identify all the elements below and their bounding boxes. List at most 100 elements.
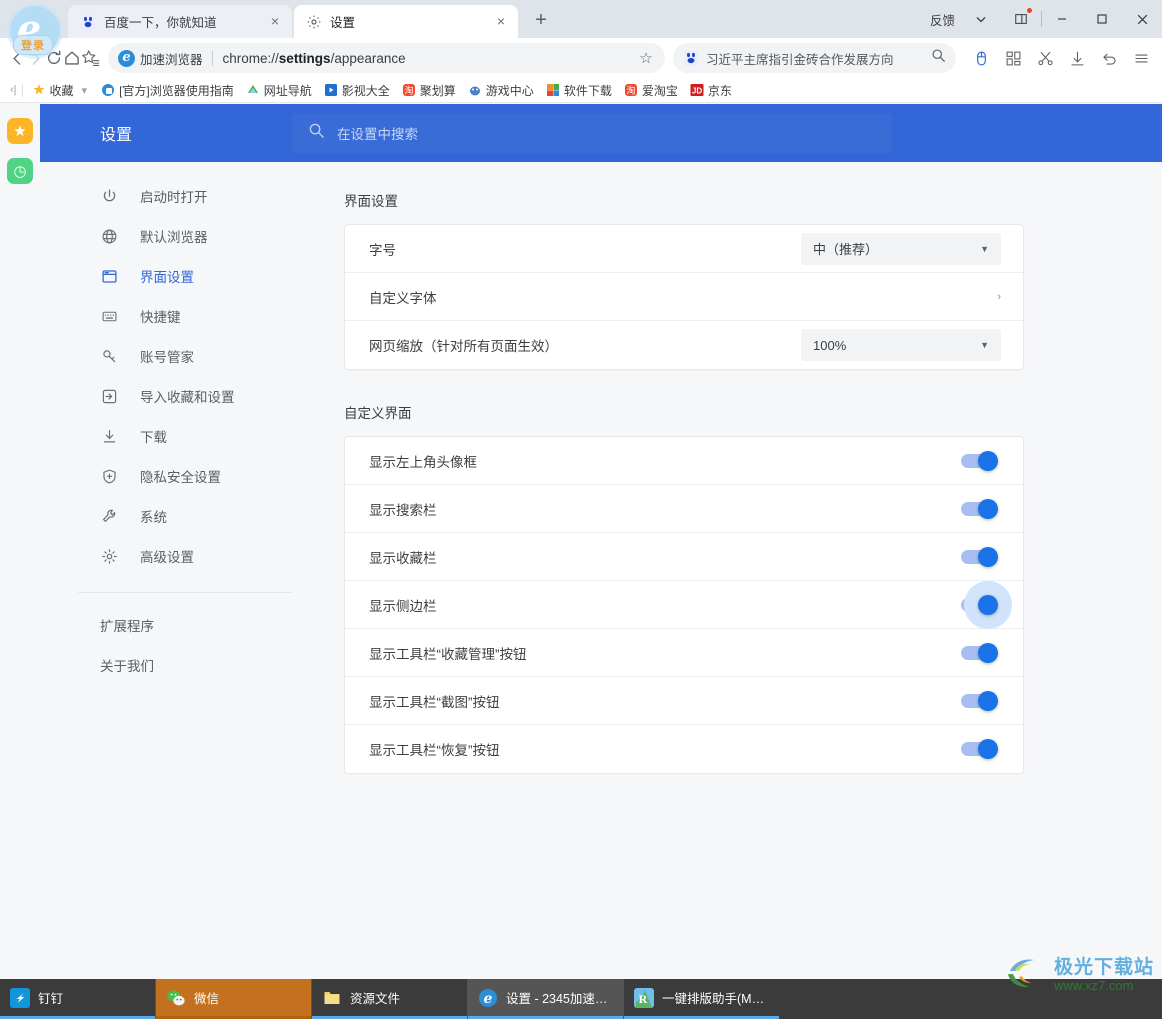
search-input[interactable]: 习近平主席指引金砖合作发展方向 bbox=[706, 49, 928, 68]
screenshot-scissors-icon[interactable] bbox=[1032, 45, 1058, 71]
bookmark-item-software[interactable]: 软件下载 bbox=[540, 82, 618, 99]
search-icon[interactable] bbox=[928, 48, 948, 68]
sidebar-item-startup[interactable]: 启动时打开 bbox=[40, 176, 292, 216]
sidebar-item-privacy[interactable]: 隐私安全设置 bbox=[40, 456, 292, 496]
setting-row-custom-font[interactable]: 自定义字体 › bbox=[345, 273, 1023, 321]
mouse-gesture-icon[interactable] bbox=[968, 45, 994, 71]
sidebar-history-icon[interactable]: ◷ bbox=[7, 158, 33, 184]
sidebar-item-system[interactable]: 系统 bbox=[40, 496, 292, 536]
chevron-down-icon[interactable]: ▾ bbox=[78, 84, 90, 97]
sidebar-item-downloads[interactable]: 下载 bbox=[40, 416, 292, 456]
sidebar-favorites-icon[interactable]: ★ bbox=[7, 118, 33, 144]
panel-restore-icon[interactable] bbox=[1001, 0, 1041, 38]
setting-row-show-avatar[interactable]: 显示左上角头像框 bbox=[345, 437, 1023, 485]
sidebar-item-default-browser[interactable]: 默认浏览器 bbox=[40, 216, 292, 256]
setting-row-page-zoom[interactable]: 网页缩放（针对所有页面生效） 100% ▼ bbox=[345, 321, 1023, 369]
setting-row-show-screenshot-button[interactable]: 显示工具栏“截图”按钮 bbox=[345, 677, 1023, 725]
setting-row-font-size[interactable]: 字号 中（推荐） ▼ bbox=[345, 225, 1023, 273]
watermark-logo-icon bbox=[1006, 955, 1048, 995]
page-zoom-select[interactable]: 100% ▼ bbox=[801, 329, 1001, 361]
toggle-wrap[interactable] bbox=[961, 498, 1001, 519]
toggle-show-bookmark-manager-button[interactable] bbox=[961, 642, 998, 663]
select-value: 100% bbox=[813, 337, 847, 353]
setting-row-show-searchbar[interactable]: 显示搜索栏 bbox=[345, 485, 1023, 533]
browser-tab-baidu[interactable]: 百度一下，你就知道 × bbox=[68, 5, 292, 38]
bookmark-item-video[interactable]: 影视大全 bbox=[318, 82, 396, 99]
bookmark-star-icon[interactable]: ☆ bbox=[633, 49, 659, 67]
toggle-wrap[interactable] bbox=[961, 739, 1001, 759]
maximize-button[interactable] bbox=[1082, 0, 1122, 38]
tab-close-icon[interactable]: × bbox=[266, 13, 284, 31]
bookmark-label: 京东 bbox=[707, 83, 732, 98]
bookmark-item-guide[interactable]: [官方]浏览器使用指南 bbox=[95, 82, 240, 99]
restore-undo-icon[interactable] bbox=[1096, 45, 1122, 71]
apps-grid-icon[interactable] bbox=[1000, 45, 1026, 71]
toggle-wrap[interactable] bbox=[961, 450, 1001, 471]
minimize-button[interactable] bbox=[1042, 0, 1082, 38]
toggle-wrap[interactable] bbox=[961, 546, 1001, 567]
address-bar[interactable]: e 加速浏览器 chrome://settings/appearance ☆ bbox=[108, 43, 665, 73]
download-icon[interactable] bbox=[1064, 45, 1090, 71]
taskbar-item-browser[interactable]: e 设置 - 2345加速浏... bbox=[468, 979, 623, 1019]
bookmark-item-nav[interactable]: 网址导航 bbox=[240, 82, 318, 99]
setting-row-show-bookmarkbar[interactable]: 显示收藏栏 bbox=[345, 533, 1023, 581]
toggle-show-restore-button[interactable] bbox=[961, 739, 998, 759]
sidebar-item-appearance[interactable]: 界面设置 bbox=[40, 256, 292, 296]
sidebar-item-label: 高级设置 bbox=[140, 550, 194, 565]
windows-taskbar: 钉钉 微信 资源文件 e 设置 - 2345加速浏... R 一键排版助手(My… bbox=[0, 979, 1162, 1019]
omnibox-brand-label: 加速浏览器 bbox=[140, 52, 203, 67]
bookmarks-overflow-left-icon[interactable]: ‹| bbox=[6, 84, 19, 96]
feedback-button[interactable]: 反馈 bbox=[924, 10, 961, 29]
chevron-right-icon[interactable]: › bbox=[997, 291, 1001, 303]
sidebar-item-import[interactable]: 导入收藏和设置 bbox=[40, 376, 292, 416]
taskbar-item-myedit[interactable]: R 一键排版助手(MyE... bbox=[624, 979, 779, 1019]
menu-icon[interactable] bbox=[1128, 45, 1154, 71]
bookmark-item-game[interactable]: 游戏中心 bbox=[462, 82, 540, 99]
section-title-interface: 界面设置 bbox=[344, 194, 398, 209]
settings-page: 设置 在设置中搜索 启动时打开 默认浏览器 界面设置 快捷键 账号管家 导入收藏… bbox=[40, 104, 1162, 979]
settings-sidebar: 启动时打开 默认浏览器 界面设置 快捷键 账号管家 导入收藏和设置 下载 隐私安… bbox=[40, 162, 292, 979]
browser-tab-settings[interactable]: 设置 × bbox=[294, 5, 518, 38]
home-icon[interactable] bbox=[63, 42, 81, 74]
new-tab-button[interactable]: + bbox=[526, 6, 556, 36]
toggle-show-sidebar[interactable] bbox=[961, 580, 1012, 629]
taskbar-item-label: 钉钉 bbox=[38, 992, 64, 1006]
row-label: 字号 bbox=[369, 242, 396, 258]
sidebar-item-about[interactable]: 关于我们 bbox=[40, 645, 292, 685]
svg-text:JD: JD bbox=[692, 86, 702, 95]
toggle-wrap[interactable] bbox=[961, 580, 1012, 629]
add-favorite-icon[interactable] bbox=[81, 42, 100, 74]
toggle-wrap[interactable] bbox=[961, 690, 1001, 711]
toggle-show-bookmarkbar[interactable] bbox=[961, 546, 998, 567]
taskbar-item-wechat[interactable]: 微信 bbox=[156, 979, 311, 1019]
sidebar-item-extensions[interactable]: 扩展程序 bbox=[40, 605, 292, 645]
toggle-wrap[interactable] bbox=[961, 642, 1001, 663]
bookmark-item-juhuasuan[interactable]: 淘 聚划算 bbox=[396, 82, 462, 99]
taskbar-item-files[interactable]: 资源文件 bbox=[312, 979, 467, 1019]
sidebar-item-label: 下载 bbox=[140, 430, 167, 445]
row-label: 显示侧边栏 bbox=[369, 598, 437, 614]
chevron-down-icon[interactable] bbox=[961, 0, 1001, 38]
bookmark-item-taobao[interactable]: 淘 爱淘宝 bbox=[618, 82, 684, 99]
setting-row-show-restore-button[interactable]: 显示工具栏“恢复”按钮 bbox=[345, 725, 1023, 773]
login-badge[interactable]: 登录 bbox=[13, 35, 53, 55]
bookmark-item-favorites[interactable]: 收藏 ▾ bbox=[26, 82, 96, 99]
setting-row-show-sidebar[interactable]: 显示侧边栏 bbox=[345, 580, 1023, 629]
toggle-show-avatar[interactable] bbox=[961, 450, 998, 471]
font-size-select[interactable]: 中（推荐） ▼ bbox=[801, 232, 1001, 265]
sidebar-item-shortcuts[interactable]: 快捷键 bbox=[40, 296, 292, 336]
tab-close-icon[interactable]: × bbox=[492, 13, 510, 31]
toggle-show-screenshot-button[interactable] bbox=[961, 690, 998, 711]
watermark-texts: 极光下载站 www.xz7.com bbox=[1054, 957, 1154, 993]
sidebar-item-advanced[interactable]: 高级设置 bbox=[40, 536, 292, 576]
bookmark-label: 网址导航 bbox=[263, 83, 312, 98]
close-window-button[interactable] bbox=[1122, 0, 1162, 38]
setting-row-show-bookmark-manager-button[interactable]: 显示工具栏“收藏管理”按钮 bbox=[345, 629, 1023, 677]
taskbar-item-dingtalk[interactable]: 钉钉 bbox=[0, 979, 155, 1019]
sidebar-item-account[interactable]: 账号管家 bbox=[40, 336, 292, 376]
settings-search-input[interactable]: 在设置中搜索 bbox=[292, 113, 892, 153]
browser-logo[interactable]: e 登录 bbox=[4, 2, 60, 58]
bookmark-item-jd[interactable]: JD 京东 bbox=[684, 82, 738, 99]
search-bar[interactable]: 习近平主席指引金砖合作发展方向 bbox=[673, 43, 956, 73]
toggle-show-searchbar[interactable] bbox=[961, 498, 998, 519]
